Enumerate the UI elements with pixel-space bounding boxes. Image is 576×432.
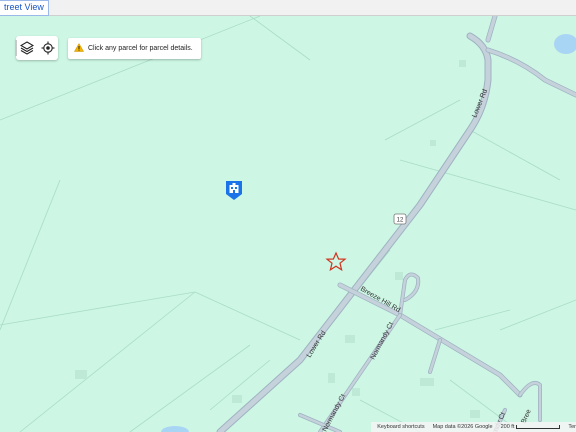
parcel-notice: Click any parcel for parcel details.: [68, 38, 201, 59]
keyboard-shortcuts-link[interactable]: Keyboard shortcuts: [377, 424, 424, 430]
map-footer: Keyboard shortcuts Map data ©2026 Google…: [371, 422, 576, 432]
terms-link[interactable]: Ter: [568, 424, 576, 430]
scale-label: 200 ft: [500, 424, 515, 430]
layers-icon[interactable]: [18, 39, 36, 57]
map-canvas[interactable]: Lower Rd Lower Rd Breeze Hill Rd Normand…: [0, 16, 576, 432]
top-bar: treet View: [0, 0, 576, 16]
route-shield: 12: [393, 213, 407, 225]
route-shield-number: 12: [397, 218, 404, 224]
tab-street-view[interactable]: treet View: [0, 0, 49, 16]
map-toolbar: [15, 36, 58, 60]
map-data-attribution: Map data ©2026 Google: [432, 424, 493, 430]
warning-icon: [73, 42, 85, 54]
scale-line: [516, 425, 561, 429]
scale-bar[interactable]: 200 ft: [501, 424, 561, 430]
locate-icon[interactable]: [39, 39, 57, 57]
notice-text: Click any parcel for parcel details.: [88, 45, 193, 52]
toolbar-handle: [15, 40, 17, 56]
